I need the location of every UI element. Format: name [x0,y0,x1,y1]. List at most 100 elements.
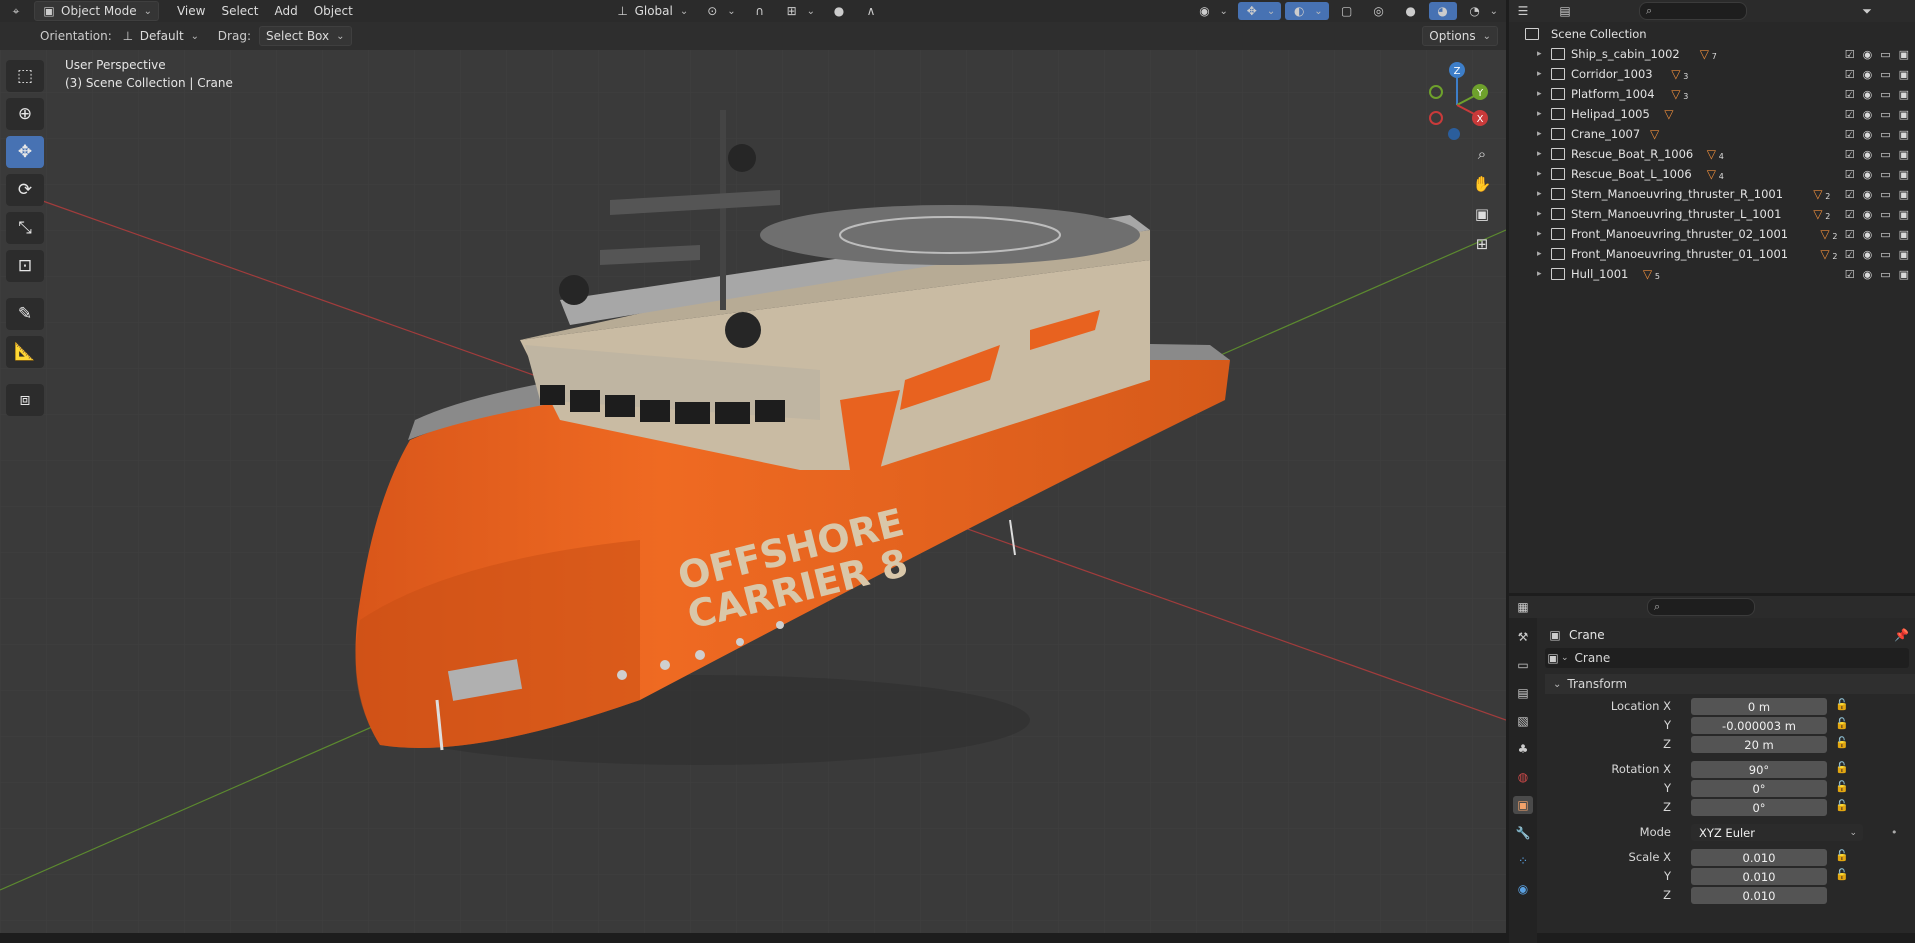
lock-icon[interactable]: 🔓 [1835,849,1849,862]
outliner-search-input[interactable]: ⌕ [1639,2,1747,20]
menu-add[interactable]: Add [269,2,304,20]
outliner-item[interactable]: ▸ Rescue_Boat_R_1006 ▽ 4 ☑ ◉ ▭ ▣ [1509,144,1915,164]
object-name-field[interactable]: ▣ ⌄ Crane [1545,648,1909,668]
measure-tool[interactable]: 📐 [6,336,44,368]
mode-dropdown[interactable]: ▣ Object Mode [34,1,159,21]
cursor-tool[interactable]: ⊕ [6,98,44,130]
monitor-icon[interactable]: ▭ [1880,128,1890,141]
eye-icon[interactable]: ◉ [1863,248,1873,261]
gizmo-toggle[interactable]: ✥ [1237,2,1282,20]
expand-arrow-icon[interactable]: ▸ [1537,209,1542,219]
checkbox-icon[interactable]: ☑ [1845,48,1855,61]
snap-toggle[interactable]: ∩ [746,2,774,20]
checkbox-icon[interactable]: ☑ [1845,148,1855,161]
expand-arrow-icon[interactable]: ▸ [1537,229,1542,239]
camera-icon[interactable]: ▣ [1899,168,1909,181]
overlays-toggle[interactable]: ◐ [1285,2,1329,20]
expand-arrow-icon[interactable]: ▸ [1537,249,1542,259]
3d-viewport[interactable]: OFFSHORE CARRIER 8 ⌖ ▣ Object Mode View S… [0,0,1506,933]
monitor-icon[interactable]: ▭ [1880,148,1890,161]
eye-icon[interactable]: ◉ [1863,168,1873,181]
checkbox-icon[interactable]: ☑ [1845,128,1855,141]
annotate-tool[interactable]: ✎ [6,298,44,330]
eye-icon[interactable]: ◉ [1863,48,1873,61]
shading-solid[interactable]: ● [1397,2,1425,20]
checkbox-icon[interactable]: ☑ [1845,68,1855,81]
lock-icon[interactable]: 🔓 [1835,780,1849,793]
drag-dropdown[interactable]: Select Box [258,26,352,46]
menu-select[interactable]: Select [215,2,264,20]
lock-icon[interactable]: 🔓 [1835,868,1849,881]
monitor-icon[interactable]: ▭ [1880,68,1890,81]
tab-particles[interactable]: ⁘ [1513,852,1533,870]
expand-arrow-icon[interactable]: ▸ [1537,89,1542,99]
eye-icon[interactable]: ◉ [1863,208,1873,221]
outliner-item[interactable]: ▸ Stern_Manoeuvring_thruster_R_1001 ▽ 2 ☑ ◉ ▭ ▣ [1509,184,1915,204]
visibility-dropdown[interactable]: ◉ [1190,2,1233,20]
shading-material[interactable]: ◕ [1428,2,1457,20]
outliner-item[interactable]: ▸ Ship_s_cabin_1002 ▽ 7 ☑ ◉ ▭ ▣ [1509,44,1915,64]
outliner-editor-icon[interactable]: ☰ [1515,4,1531,18]
monitor-icon[interactable]: ▭ [1880,168,1890,181]
monitor-icon[interactable]: ▭ [1880,108,1890,121]
perspective-toggle-button[interactable]: ⊞ [1468,230,1496,258]
decorator-dot-icon[interactable]: • [1891,826,1898,839]
lock-icon[interactable]: 🔓 [1835,698,1849,711]
camera-icon[interactable]: ▣ [1899,148,1909,161]
lock-icon[interactable]: 🔓 [1835,736,1849,749]
properties-editor-icon[interactable]: ▦ [1515,600,1531,614]
properties-search-input[interactable]: ⌕ [1647,598,1755,616]
camera-icon[interactable]: ▣ [1899,48,1909,61]
transform-tool[interactable]: ⊡ [6,250,44,282]
expand-arrow-icon[interactable]: ▸ [1537,129,1542,139]
pin-icon[interactable]: 📌 [1894,628,1909,642]
eye-icon[interactable]: ◉ [1863,128,1873,141]
eye-icon[interactable]: ◉ [1863,188,1873,201]
move-tool[interactable]: ✥ [6,136,44,168]
eye-icon[interactable]: ◉ [1863,268,1873,281]
checkbox-icon[interactable]: ☑ [1845,168,1855,181]
camera-icon[interactable]: ▣ [1899,208,1909,221]
camera-icon[interactable]: ▣ [1899,228,1909,241]
outliner-item[interactable]: ▸ Crane_1007 ▽ ☑ ◉ ▭ ▣ [1509,124,1915,144]
outliner-item[interactable]: ▸ Helipad_1005 ▽ ☑ ◉ ▭ ▣ [1509,104,1915,124]
expand-arrow-icon[interactable]: ▸ [1537,49,1542,59]
tab-render[interactable]: ▭ [1513,656,1533,674]
tab-tool[interactable]: ⚒ [1513,628,1533,646]
zoom-button[interactable]: ⌕ [1468,140,1496,168]
lock-icon[interactable]: 🔓 [1835,717,1849,730]
location-x-field[interactable]: 0 m [1691,698,1827,715]
proportional-edit-toggle[interactable]: ● [825,2,853,20]
add-cube-tool[interactable]: ⧈ [6,384,44,416]
expand-arrow-icon[interactable]: ▸ [1537,269,1542,279]
monitor-icon[interactable]: ▭ [1880,268,1890,281]
checkbox-icon[interactable]: ☑ [1845,268,1855,281]
pan-button[interactable]: ✋ [1468,170,1496,198]
menu-view[interactable]: View [171,2,211,20]
tab-scene[interactable]: ♣ [1513,740,1533,758]
tab-physics[interactable]: ◉ [1513,880,1533,898]
camera-icon[interactable]: ▣ [1899,88,1909,101]
xray-toggle[interactable]: ▢ [1333,2,1361,20]
rotation-y-field[interactable]: 0° [1691,780,1827,797]
pivot-point-dropdown[interactable]: ⊙ [698,2,741,20]
scale-tool[interactable]: ⤡ [6,212,44,244]
eye-icon[interactable]: ◉ [1863,108,1873,121]
camera-icon[interactable]: ▣ [1899,68,1909,81]
monitor-icon[interactable]: ▭ [1880,188,1890,201]
checkbox-icon[interactable]: ☑ [1845,208,1855,221]
scale-z-field[interactable]: 0.010 [1691,887,1827,904]
outliner-item[interactable]: ▸ Platform_1004 ▽ 3 ☑ ◉ ▭ ▣ [1509,84,1915,104]
expand-arrow-icon[interactable]: ▸ [1537,189,1542,199]
monitor-icon[interactable]: ▭ [1880,88,1890,101]
eye-icon[interactable]: ◉ [1863,88,1873,101]
lock-icon[interactable]: 🔓 [1835,799,1849,812]
filter-icon[interactable]: ⏷ [1859,4,1875,18]
outliner-item[interactable]: ▸ Stern_Manoeuvring_thruster_L_1001 ▽ 2 ☑ ◉ ▭ ▣ [1509,204,1915,224]
rotation-z-field[interactable]: 0° [1691,799,1827,816]
options-dropdown[interactable]: Options [1422,26,1498,46]
monitor-icon[interactable]: ▭ [1880,208,1890,221]
tab-output[interactable]: ▤ [1513,684,1533,702]
camera-icon[interactable]: ▣ [1899,128,1909,141]
monitor-icon[interactable]: ▭ [1880,248,1890,261]
